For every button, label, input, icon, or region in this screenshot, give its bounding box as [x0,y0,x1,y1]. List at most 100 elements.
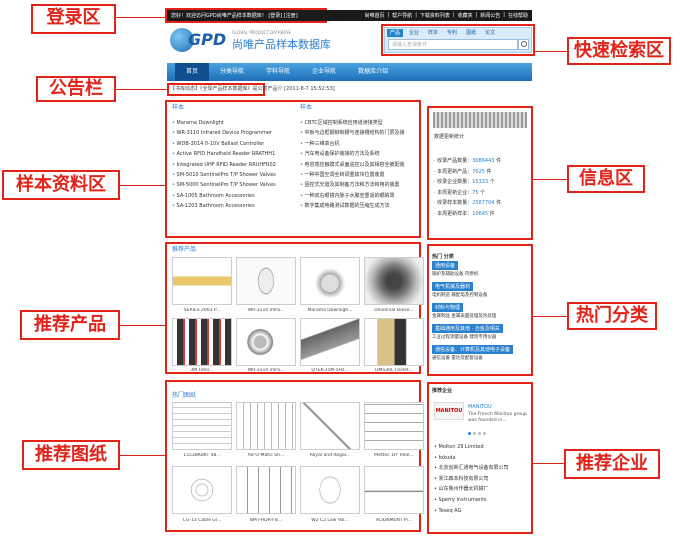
sample-item[interactable]: Integrated UHF RFID Reader RRUHFR02 [172,160,296,170]
product-thumb[interactable] [172,257,232,305]
company-item[interactable]: 浙江森本科技有限公司 [434,474,509,485]
hot-category[interactable]: 通用设备 [432,261,459,270]
company-item[interactable]: Sperry Instruments [434,495,509,506]
search-icon[interactable] [518,39,529,50]
nav-about[interactable]: 数据库介绍 [347,63,399,81]
drawing-caption[interactable]: BMT-HDR-FB... [234,518,298,523]
top-link-downloads[interactable]: 下载资料列表 [420,12,450,19]
site-logo[interactable]: GPD GLOBAL PRODUCT DATABASE 尚唯产品样本数据库 [170,27,340,53]
hot-subcategory[interactable]: 通信设备 雷达及配套设备 [432,355,483,361]
sample-item[interactable]: 固控式光谐及其制备方法和方法和用的装置 [300,180,420,190]
samples-list-left: Marama Downlight WR-3110 Infrared Device… [172,118,296,212]
product-caption[interactable]: 3M Filter... [170,368,234,373]
sample-item[interactable]: 一种三维高台机 [300,139,420,149]
product-caption[interactable]: Universal Diese... [362,308,426,313]
sample-item[interactable]: SM-5010 SentinelPro T/P Shower Valves [172,170,296,180]
annotation-line-notice [116,89,167,90]
search-tab-patent[interactable]: 专利 [444,29,460,37]
sample-item[interactable]: SA-1203 Bathroom Accessories [172,201,296,211]
drawing-thumb[interactable] [172,402,232,450]
company-item[interactable]: 北京创新汇通电气设备有限公司 [434,463,509,474]
drawing-thumb[interactable] [364,402,424,450]
product-caption[interactable]: Marama Downligh... [298,308,362,313]
carousel-dots[interactable] [468,432,486,435]
drawing-thumb[interactable] [236,402,296,450]
sample-item[interactable]: 数字集成电路测试数据的压缩生成方法 [300,201,420,211]
product-thumb[interactable] [364,257,424,305]
company-item[interactable]: 山东鲁州作器太机械厂 [434,484,509,495]
sample-item[interactable]: SM-5000 SentinelPro T/P Shower Valves [172,180,296,190]
product-thumb[interactable] [236,318,296,366]
drawing-thumb[interactable] [364,466,424,514]
company-item[interactable]: Teseq AG [434,506,509,517]
stat-row: · 本周更新样本：10645 件 [434,210,495,217]
hot-subcategory[interactable]: 锅炉及辅助设备 内燃机 [432,271,478,277]
drawing-caption[interactable]: 1553BKBKT 48... [170,453,234,458]
top-link-news[interactable]: 新闻公告 [480,12,500,19]
search-tab-product[interactable]: 产品 [387,29,404,37]
hot-subcategory[interactable]: 工业过程测量设备 建筑专用仪器 [432,334,496,340]
nav-subject[interactable]: 学科导航 [255,63,301,81]
hot-category[interactable]: 基础通用及其他 · 冶金及相关 [432,324,503,333]
drawing-thumb[interactable] [300,402,360,450]
search-tab-drawing[interactable]: 图纸 [463,29,479,37]
product-thumb[interactable] [300,257,360,305]
top-link-home[interactable]: 尚唯首页 [364,12,384,19]
sample-item[interactable]: 汽车电设备保护装接的方法及系统 [300,149,420,159]
drawing-thumb[interactable] [172,466,232,514]
product-thumb[interactable] [172,318,232,366]
search-tab-company[interactable]: 企业 [406,29,422,37]
drawings-title: 热门图纸 [172,392,197,399]
top-link-help[interactable]: 在线帮助 [508,12,528,19]
sample-item[interactable]: CBTC区域控制系统应用道读接类型 [300,118,420,128]
nav-company[interactable]: 企业导航 [301,63,347,81]
featured-company-name[interactable]: MANITOU [468,404,492,410]
top-link-favorites[interactable]: 收藏夹 [458,12,473,19]
hot-category[interactable]: 通信设备、计算机及其他电子设备 [432,345,514,354]
hot-subcategory[interactable]: 金属制品 金属表面处理及热处理 [432,313,496,319]
drawing-caption[interactable]: ALIGNMENT Pi... [362,518,426,523]
drawing-caption[interactable]: Royal and Regal... [298,453,362,458]
sample-item[interactable]: 中板与边框钢铆制槽与连接槽结构的门层及接 [300,128,420,138]
product-caption[interactable]: SERIES 2003 P... [170,308,234,313]
drawing-caption[interactable]: Ad-O-Matic Sh... [234,453,298,458]
nav-home[interactable]: 首页 [175,63,210,81]
register-link[interactable]: [注册] [284,13,298,19]
product-caption[interactable]: WR-3110 Infra... [234,368,298,373]
drawing-caption[interactable]: W2 C2 Low Vol... [298,518,362,523]
drawing-caption[interactable]: Mettec 1R' Rear... [362,453,426,458]
sample-item[interactable]: Marama Downlight [172,118,296,128]
top-link-nav[interactable]: 帮户导航 [392,12,412,19]
sample-item[interactable]: Active RFID Handheld Reader RRATHH1 [172,149,296,159]
company-item[interactable]: Molton 29 Limited [434,442,509,453]
products-title: 推荐产品 [172,246,197,253]
logo-en: GLOBAL PRODUCT DATABASE [232,30,292,35]
company-item[interactable]: fokuda [434,453,509,464]
product-caption[interactable]: WR-3110 Infra... [234,308,298,313]
nav-category[interactable]: 分类导航 [209,63,255,81]
product-thumb[interactable] [364,318,424,366]
hot-category[interactable]: 电气机械及器材 [432,282,474,291]
notice-bar[interactable]: 【书库动态】《全球产品样本数据库》是公司产品介 [2011-8-7 15:52:… [170,85,370,94]
company-logo[interactable]: MANITOU [434,402,464,420]
login-link[interactable]: [登录] [268,13,282,19]
search-input[interactable]: 请输入查询条件 [388,39,518,50]
sample-item[interactable]: 电容感应触摸式桌面遥控以及其相容全被配装 [300,160,420,170]
search-tab-paper[interactable]: 论文 [482,29,498,37]
sample-item[interactable]: 一种双右眼镜内脉子水腺宣重适的眼睛罩 [300,191,420,201]
search-tab-sample[interactable]: 样本 [425,29,441,37]
sample-item[interactable]: WR-3110 Infrared Device Programmer [172,128,296,138]
hot-category[interactable]: 材料与物理 [432,303,464,312]
product-thumb[interactable] [300,318,360,366]
product-caption[interactable]: QTEK-25M-5Hz... [298,368,362,373]
hot-categories: 热门 分类 通用设备 锅炉及辅助设备 内燃机 电气机械及器材 电机制造 输配电及… [430,252,530,374]
product-caption[interactable]: DMS30L Foolet... [362,368,426,373]
sample-item[interactable]: WDB-3014 0-10V Ballast Controller [172,139,296,149]
drawing-caption[interactable]: CG-13 Cable Gl... [170,518,234,523]
sample-item[interactable]: SA-1005 Bathroom Accessories [172,191,296,201]
product-thumb[interactable] [236,257,296,305]
drawing-thumb[interactable] [236,466,296,514]
sample-item[interactable]: 一种中国空调全转调重故块位置装置 [300,170,420,180]
drawing-thumb[interactable] [300,466,360,514]
hot-subcategory[interactable]: 电机制造 输配电及控制设备 [432,292,487,298]
